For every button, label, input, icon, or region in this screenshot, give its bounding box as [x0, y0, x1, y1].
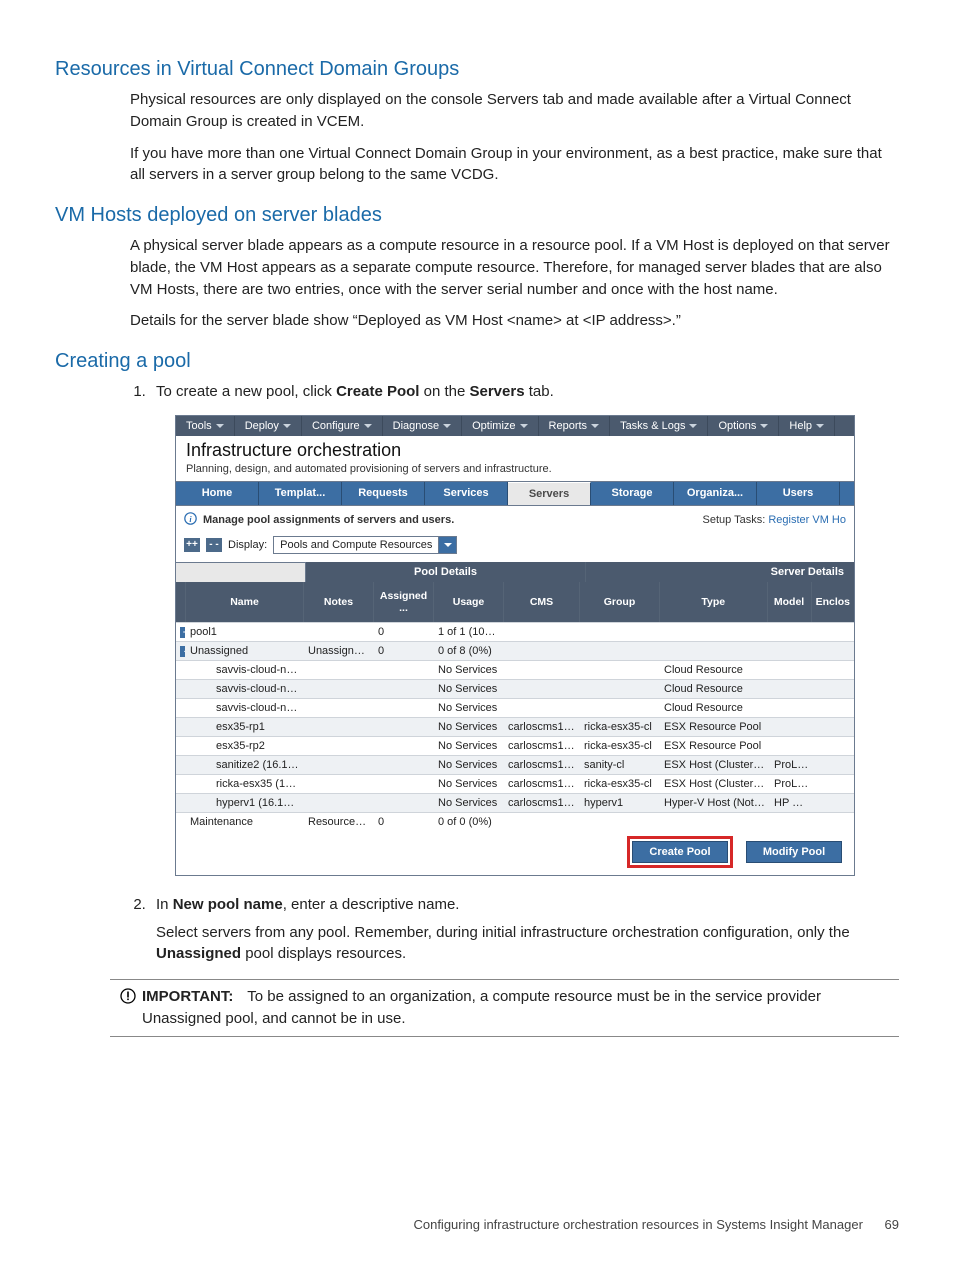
col-cms[interactable]: CMS	[504, 582, 580, 622]
step-2: In New pool name, enter a descriptive na…	[150, 894, 899, 965]
col-enclosure[interactable]: Enclos	[812, 582, 854, 622]
display-label: Display:	[228, 539, 267, 551]
caret-down-icon	[444, 543, 452, 547]
table-row[interactable]: savvis-cloud-na...No ServicesCloud Resou…	[176, 660, 854, 679]
heading-resources-vcdg: Resources in Virtual Connect Domain Grou…	[55, 58, 899, 81]
page-number: 69	[885, 1217, 899, 1232]
tab-users[interactable]: Users	[757, 482, 840, 505]
col-group-pool-details: Pool Details	[306, 562, 586, 582]
footer-text: Configuring infrastructure orchestration…	[413, 1217, 862, 1232]
table-row[interactable]: ricka-esx35 (16....No Servicescarloscms1…	[176, 774, 854, 793]
caret-down-icon	[364, 424, 372, 428]
register-vm-host-link[interactable]: Register VM Ho	[768, 514, 846, 526]
important-label: IMPORTANT:	[142, 988, 233, 1005]
expand-all-button[interactable]: ++	[184, 538, 200, 552]
modify-pool-button[interactable]: Modify Pool	[746, 841, 842, 863]
col-type[interactable]: Type	[660, 582, 768, 622]
heading-vm-hosts: VM Hosts deployed on server blades	[55, 204, 899, 227]
menu-tools[interactable]: Tools	[176, 416, 235, 436]
table-row[interactable]: hyperv1 (16.124...No Servicescarloscms1.…	[176, 793, 854, 812]
tab-services[interactable]: Services	[425, 482, 508, 505]
body-text: A physical server blade appears as a com…	[130, 235, 899, 300]
tab-servers[interactable]: Servers	[508, 482, 591, 505]
menu-deploy[interactable]: Deploy	[235, 416, 302, 436]
menu-diagnose[interactable]: Diagnose	[383, 416, 462, 436]
body-text: If you have more than one Virtual Connec…	[130, 143, 899, 187]
step-1: To create a new pool, click Create Pool …	[150, 381, 899, 403]
menu-tasks-logs[interactable]: Tasks & Logs	[610, 416, 708, 436]
collapse-all-button[interactable]: - -	[206, 538, 222, 552]
setup-tasks-label: Setup Tasks:	[703, 514, 766, 526]
table-row[interactable]: esx35-rp2No Servicescarloscms1.i...ricka…	[176, 736, 854, 755]
caret-down-icon	[216, 424, 224, 428]
caret-down-icon	[760, 424, 768, 428]
table-row[interactable]: sanitize2 (16.12...No Servicescarloscms1…	[176, 755, 854, 774]
tab-templates[interactable]: Templat...	[259, 482, 342, 505]
tab-home[interactable]: Home	[176, 482, 259, 505]
menu-options[interactable]: Options	[708, 416, 779, 436]
important-icon	[114, 986, 142, 1030]
heading-creating-pool: Creating a pool	[55, 350, 899, 373]
app-title: Infrastructure orchestration	[186, 440, 844, 461]
caret-down-icon	[689, 424, 697, 428]
table-row[interactable]: esx35-rp1No Servicescarloscms1.i...ricka…	[176, 717, 854, 736]
menu-bar: Tools Deploy Configure Diagnose Optimize…	[176, 416, 854, 436]
caret-down-icon	[520, 424, 528, 428]
caret-down-icon	[283, 424, 291, 428]
table-row[interactable]: savvis-cloud-na...No ServicesCloud Resou…	[176, 679, 854, 698]
app-subtitle: Planning, design, and automated provisio…	[186, 463, 844, 475]
menu-optimize[interactable]: Optimize	[462, 416, 538, 436]
caret-down-icon	[816, 424, 824, 428]
menu-help[interactable]: Help	[779, 416, 835, 436]
top-tabs: Home Templat... Requests Services Server…	[176, 481, 854, 506]
col-group-server-details: Server Details	[586, 562, 854, 582]
menu-configure[interactable]: Configure	[302, 416, 383, 436]
col-assigned[interactable]: Assigned ...	[374, 582, 434, 622]
tab-overflow[interactable]	[840, 482, 854, 505]
menu-reports[interactable]: Reports	[539, 416, 611, 436]
table-row[interactable]: MaintenanceResources in ...00 of 0 (0%)	[176, 812, 854, 831]
app-screenshot: Tools Deploy Configure Diagnose Optimize…	[175, 415, 855, 876]
col-model[interactable]: Model	[768, 582, 812, 622]
col-group[interactable]: Group	[580, 582, 660, 622]
important-note: IMPORTANT: To be assigned to an organiza…	[110, 979, 899, 1037]
info-icon: i	[184, 512, 197, 528]
svg-text:i: i	[189, 515, 192, 524]
caret-down-icon	[591, 424, 599, 428]
display-select[interactable]: Pools and Compute Resources	[273, 536, 439, 554]
col-notes[interactable]: Notes	[304, 582, 374, 622]
tab-requests[interactable]: Requests	[342, 482, 425, 505]
table-row[interactable]: +pool101 of 1 (100%)	[176, 622, 854, 641]
body-text: Physical resources are only displayed on…	[130, 89, 899, 133]
body-text: Details for the server blade show “Deplo…	[130, 310, 899, 332]
manage-label: Manage pool assignments of servers and u…	[203, 514, 454, 526]
table-row[interactable]: -UnassignedUnassigned r...00 of 8 (0%)	[176, 641, 854, 660]
table-row[interactable]: savvis-cloud-na...No ServicesCloud Resou…	[176, 698, 854, 717]
col-name[interactable]: Name	[186, 582, 304, 622]
important-text: To be assigned to an organization, a com…	[142, 988, 821, 1027]
display-dropdown-button[interactable]	[439, 536, 457, 554]
caret-down-icon	[443, 424, 451, 428]
create-pool-button[interactable]: Create Pool	[632, 841, 728, 863]
tab-organizations[interactable]: Organiza...	[674, 482, 757, 505]
page-footer: Configuring infrastructure orchestration…	[55, 1217, 899, 1232]
tab-storage[interactable]: Storage	[591, 482, 674, 505]
col-usage[interactable]: Usage	[434, 582, 504, 622]
